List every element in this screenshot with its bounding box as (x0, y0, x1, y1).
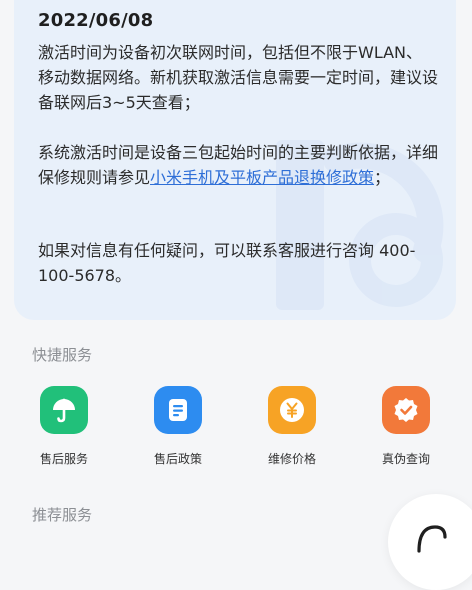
quick-services-title: 快捷服务 (32, 346, 93, 364)
assistant-icon (417, 525, 447, 553)
return-policy-link[interactable]: 小米手机及平板产品退换修政策 (150, 168, 374, 187)
activation-info-card: 2022/06/08 激活时间为设备初次联网时间，包括但不限于WLAN、移动数据… (14, 0, 456, 320)
warranty-text-end: ； (374, 168, 391, 187)
activation-date: 2022/06/08 (38, 10, 154, 31)
contact-description: 如果对信息有任何疑问，可以联系客服进行咨询 400-100-5678。 (38, 241, 416, 285)
verify-badge-icon (382, 386, 430, 434)
warranty-description: 系统激活时间是设备三包起始时间的主要判断依据，详细保修规则请参见小米手机及平板产… (38, 140, 438, 190)
umbrella-icon (40, 386, 88, 434)
service-authenticity-check[interactable]: 真伪查询 (366, 386, 446, 467)
document-icon (154, 386, 202, 434)
service-label: 售后政策 (153, 452, 202, 466)
recommended-services-title: 推荐服务 (32, 506, 93, 524)
service-label: 售后服务 (39, 452, 88, 466)
service-after-sales[interactable]: 售后服务 (24, 386, 104, 467)
yen-coin-icon (268, 386, 316, 434)
service-label: 维修价格 (267, 452, 316, 466)
floating-assistant-button[interactable] (388, 494, 472, 590)
service-policy[interactable]: 售后政策 (138, 386, 218, 467)
service-repair-price[interactable]: 维修价格 (252, 386, 332, 467)
service-label: 真伪查询 (381, 452, 430, 466)
activation-description: 激活时间为设备初次联网时间，包括但不限于WLAN、移动数据网络。新机获取激活信息… (38, 43, 439, 112)
